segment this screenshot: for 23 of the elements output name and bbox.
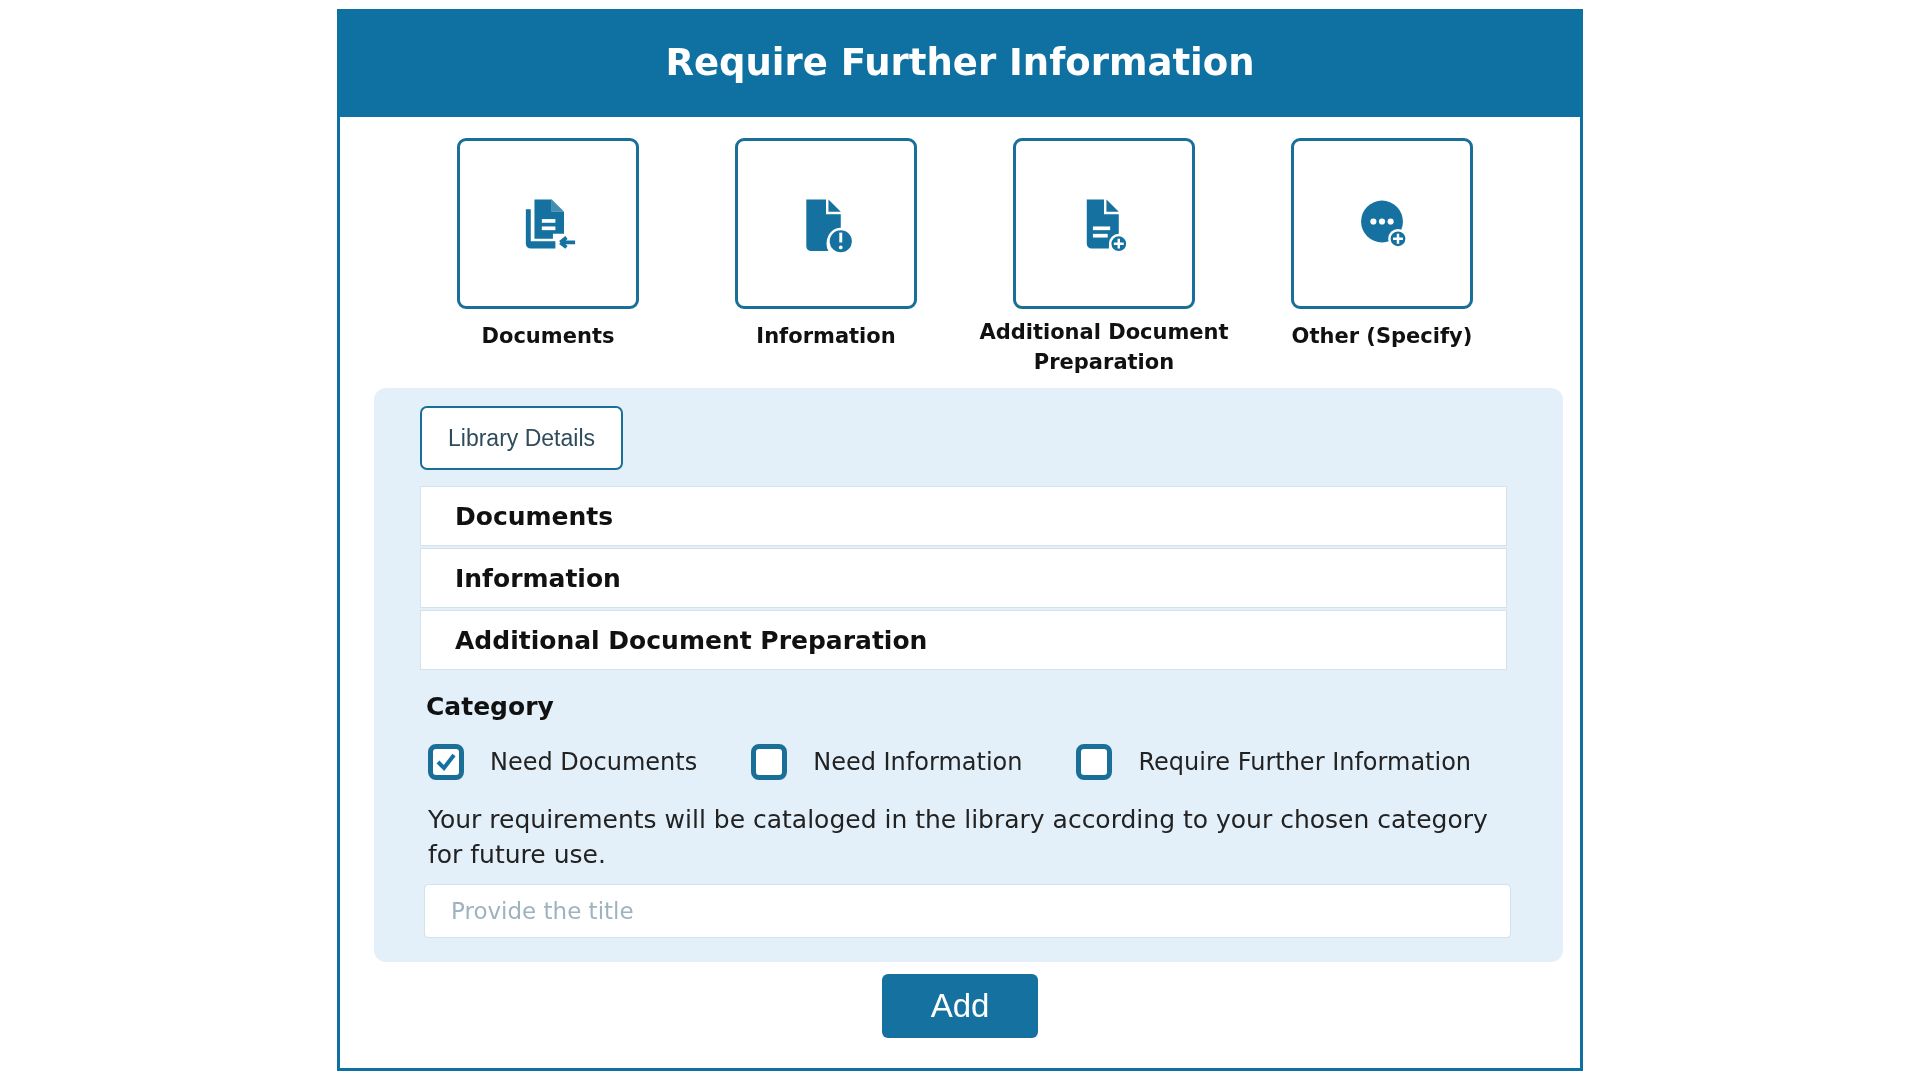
checkbox[interactable] [428, 743, 464, 780]
category-tile[interactable] [1291, 138, 1473, 309]
tile-label: Information [756, 323, 896, 350]
tile-label: Documents [481, 323, 615, 350]
checkbox[interactable] [1076, 743, 1113, 780]
checkbox-label: Need Documents [490, 746, 698, 778]
tile-label: Additional Document Preparation [978, 319, 1230, 377]
category-tile[interactable] [735, 138, 917, 309]
category-heading: Category [426, 691, 555, 724]
checkbox-label: Require Further Information [1138, 746, 1472, 778]
section-row[interactable]: Additional Document Preparation [420, 610, 1507, 671]
checkbox-label: Need Information [813, 746, 1023, 778]
section-row[interactable]: Documents [420, 486, 1507, 547]
add-button[interactable]: Add [882, 973, 1038, 1038]
category-note: Your requirements will be cataloged in the library according to your chosen category for future use. [428, 803, 1489, 871]
section-row[interactable]: Information [420, 548, 1507, 609]
category-tile[interactable] [1013, 138, 1195, 309]
header-title: Require Further Information [340, 9, 1580, 117]
category-tile[interactable] [457, 138, 639, 309]
library-details-button[interactable]: Library Details [420, 405, 623, 471]
tile-label: Other (Specify) [1291, 323, 1473, 350]
title-input-field[interactable]: Provide the title [424, 883, 1511, 938]
checkbox[interactable] [751, 743, 788, 780]
